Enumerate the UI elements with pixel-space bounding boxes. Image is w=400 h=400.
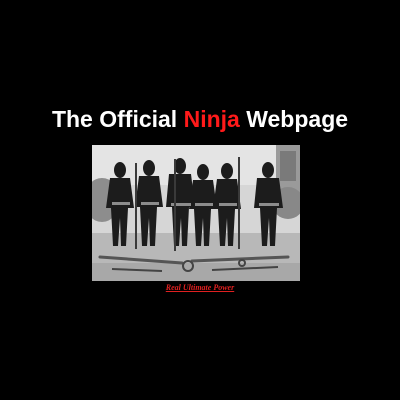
footer-caption: Real Ultimate Power [0,283,400,293]
ninja-group-photo [92,145,300,281]
title-text-end: Webpage [239,106,349,132]
page-title: The Official Ninja Webpage [0,104,400,134]
page: The Official Ninja Webpage Real Ultimate… [0,0,400,400]
title-text-start: The Official [51,106,184,132]
real-ultimate-power-link[interactable]: Real Ultimate Power [166,283,234,292]
title-accent-word: Ninja [183,106,240,132]
